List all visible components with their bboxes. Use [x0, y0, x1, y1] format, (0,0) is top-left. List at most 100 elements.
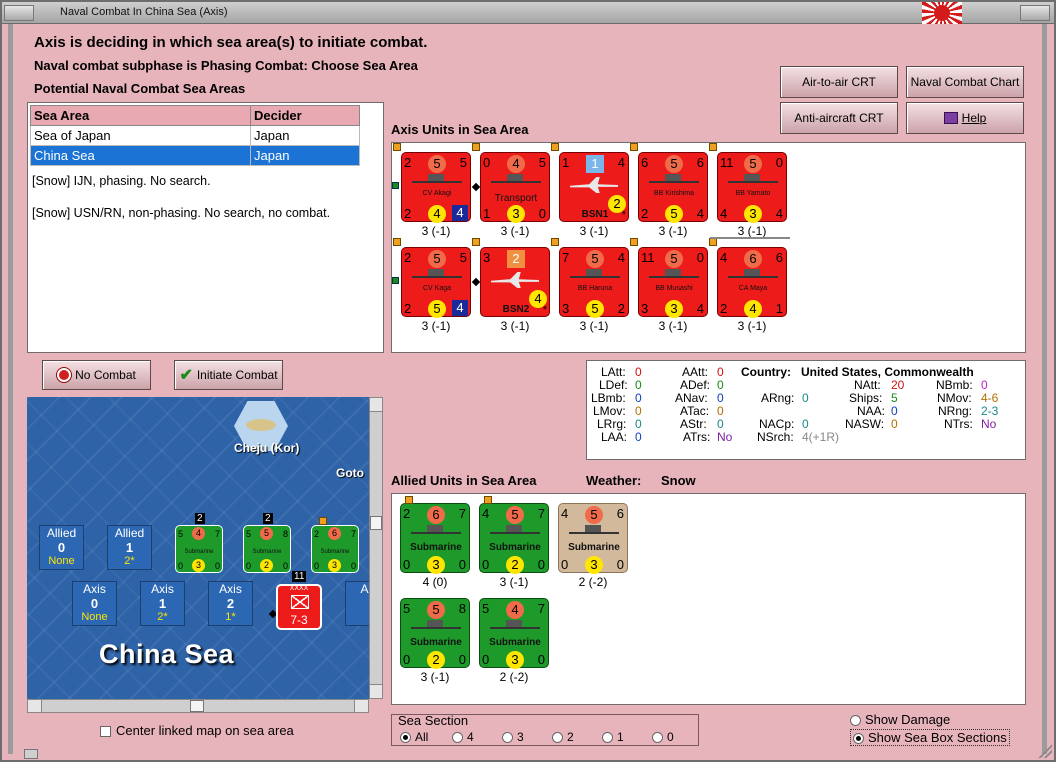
map-vertical-scrollbar[interactable] [369, 397, 383, 699]
show-sections-radio[interactable] [853, 733, 864, 745]
allied-sea-box[interactable]: Allied 1 2* [107, 525, 152, 570]
scroll-up-button[interactable] [370, 398, 382, 412]
stat-value: 0 [635, 378, 642, 392]
anti-aircraft-crt-button[interactable]: Anti-aircraft CRT [780, 102, 898, 134]
book-icon [943, 112, 958, 124]
sea-section-option[interactable]: 2 [552, 730, 574, 744]
sea-area-table: Sea Area Decider Sea of Japan Japan Chin… [30, 105, 360, 166]
allied-counter[interactable]: 5 4 7 Submarine 0 3 0 [479, 598, 549, 669]
axis-counter[interactable]: 4 6 6 CA Maya 2 4 1 [717, 247, 787, 318]
initiate-combat-button[interactable]: ✔ Initiate Combat [174, 360, 283, 390]
show-sections-option[interactable]: Show Sea Box Sections [850, 729, 1010, 746]
sea-section-option[interactable]: 1 [602, 730, 624, 744]
sea-map[interactable]: Cheju (Kor) Goto Allied 0 None Allied 1 2* Axi… [27, 397, 369, 699]
axis-counter[interactable]: 2 5 5 CV Akagi 2 4 4 [401, 152, 471, 223]
map-horizontal-scrollbar[interactable] [27, 699, 369, 713]
show-damage-radio[interactable] [850, 715, 861, 727]
resize-grip-icon[interactable] [1038, 744, 1052, 758]
axis-sea-box[interactable]: Ax [345, 581, 369, 626]
center-linked-checkbox[interactable] [100, 726, 111, 738]
axis-counter[interactable]: 3 2 4 BSN2 * [480, 247, 550, 317]
sea-area-cell[interactable]: China Sea [30, 145, 251, 166]
box-title: Allied [46, 526, 77, 540]
unit-strength: 3 (-1) [579, 319, 609, 333]
axis-counter[interactable]: 7 5 4 BB Haruna 3 5 2 [559, 247, 629, 318]
center-linked-option[interactable]: Center linked map on sea area [100, 723, 294, 738]
range-value: 2 [617, 301, 625, 316]
sea-section-radio[interactable] [400, 732, 411, 744]
resize-grip-left[interactable] [24, 749, 38, 759]
box-title: Ax [360, 582, 369, 596]
unit-name: CA Maya [738, 285, 768, 292]
air-to-air-crt-button[interactable]: Air-to-air CRT [780, 66, 898, 98]
submarine-icon [569, 525, 619, 534]
box-strength: 2* [157, 611, 168, 623]
scroll-right-button[interactable] [354, 700, 368, 712]
allied-sea-box[interactable]: Allied 0 None [39, 525, 84, 570]
map-submarine-counter[interactable]: 5 5 8 Submarine 0 2 0 [243, 525, 291, 573]
sea-section-option[interactable]: All [400, 730, 428, 744]
axis-sea-box[interactable]: Axis 2 1* [208, 581, 253, 626]
sea-section-radio[interactable] [652, 732, 663, 744]
axis-counter[interactable]: 2 5 5 CV Kaga 2 5 4 [401, 247, 471, 318]
table-row[interactable]: Sea of Japan Japan [30, 125, 360, 146]
title-bar[interactable]: Naval Combat In China Sea (Axis) [2, 2, 1054, 24]
naval-combat-chart-button[interactable]: Naval Combat Chart [906, 66, 1024, 98]
sea-section-radio[interactable] [552, 732, 563, 744]
stat-label: NBmb: [936, 378, 973, 392]
sea-section-radio[interactable] [452, 732, 463, 744]
map-submarine-counter[interactable]: 5 4 7 Submarine 0 3 0 [175, 525, 223, 573]
axis-counter[interactable]: 11 5 0 BB Yamato 4 3 4 [717, 152, 787, 223]
axis-sea-box[interactable]: Axis 1 2* [140, 581, 185, 626]
unit-name: CV Akagi [422, 190, 452, 197]
sea-section-radio[interactable] [602, 732, 613, 744]
box-number: 1 [125, 540, 134, 555]
center-linked-label: Center linked map on sea area [116, 723, 294, 738]
axis-counter[interactable]: 11 5 0 BB Musashi 3 3 4 [638, 247, 708, 318]
allied-counter[interactable]: 2 6 7 Submarine 0 3 0 [400, 503, 470, 574]
scroll-thumb[interactable] [370, 516, 382, 530]
defense-value: 5 [260, 527, 273, 540]
allied-counter[interactable]: 4 5 7 Submarine 0 2 0 [479, 503, 549, 574]
ship-icon [412, 174, 462, 183]
scroll-down-button[interactable] [370, 684, 382, 698]
sea-section-option[interactable]: 0 [652, 730, 674, 744]
aa-value: 4 [720, 206, 728, 221]
japan-flag-icon [922, 2, 962, 24]
sea-section-option[interactable]: 3 [502, 730, 524, 744]
stat-label: ADef: [680, 378, 711, 392]
checkmark-icon: ✔ [179, 367, 193, 384]
axis-sea-box[interactable]: Axis 0 None [72, 581, 117, 626]
system-menu-button[interactable] [4, 5, 34, 21]
status-line-1: Axis is deciding in which sea area(s) to… [34, 34, 428, 51]
sea-section-option-label: 3 [517, 730, 524, 744]
scroll-h-thumb[interactable] [190, 700, 204, 712]
army-counter[interactable]: XXXX 7-3 [276, 584, 322, 630]
sea-section-option[interactable]: 4 [452, 730, 474, 744]
map-submarine-counter[interactable]: 2 6 7 Submarine 0 3 0 [311, 525, 359, 573]
table-row-selected[interactable]: China Sea Japan [30, 145, 360, 166]
axis-counter[interactable]: 6 5 6 BB Kirishima 2 5 4 [638, 152, 708, 223]
help-button[interactable]: Help [906, 102, 1024, 134]
allied-counter[interactable]: 5 5 8 Submarine 0 2 0 [400, 598, 470, 669]
ship-icon [649, 174, 699, 183]
sea-area-cell[interactable]: Sea of Japan [30, 125, 251, 146]
range-value: 1 [775, 301, 783, 316]
close-button[interactable] [1020, 5, 1050, 21]
axis-counter[interactable]: 1 1 4 2 BSN1 * [559, 152, 629, 222]
axis-units-label: Axis Units in Sea Area [391, 122, 529, 137]
sea-section-radio[interactable] [502, 732, 513, 744]
show-damage-option[interactable]: Show Damage [850, 712, 950, 727]
submarine-icon [490, 525, 540, 534]
decider-cell[interactable]: Japan [250, 125, 360, 146]
speed-value: 5 [428, 300, 446, 318]
no-entry-icon [57, 368, 72, 382]
decider-cell[interactable]: Japan [250, 145, 360, 166]
box-strength: None [81, 611, 108, 623]
cargo-marker [630, 143, 638, 151]
scroll-left-button[interactable] [28, 700, 42, 712]
unit-name: Submarine [489, 542, 541, 553]
allied-counter[interactable]: 4 5 6 Submarine 0 3 0 [558, 503, 628, 574]
no-combat-button[interactable]: No Combat [42, 360, 151, 390]
axis-counter[interactable]: 0 4 5 Transport 1 3 0 [480, 152, 550, 223]
